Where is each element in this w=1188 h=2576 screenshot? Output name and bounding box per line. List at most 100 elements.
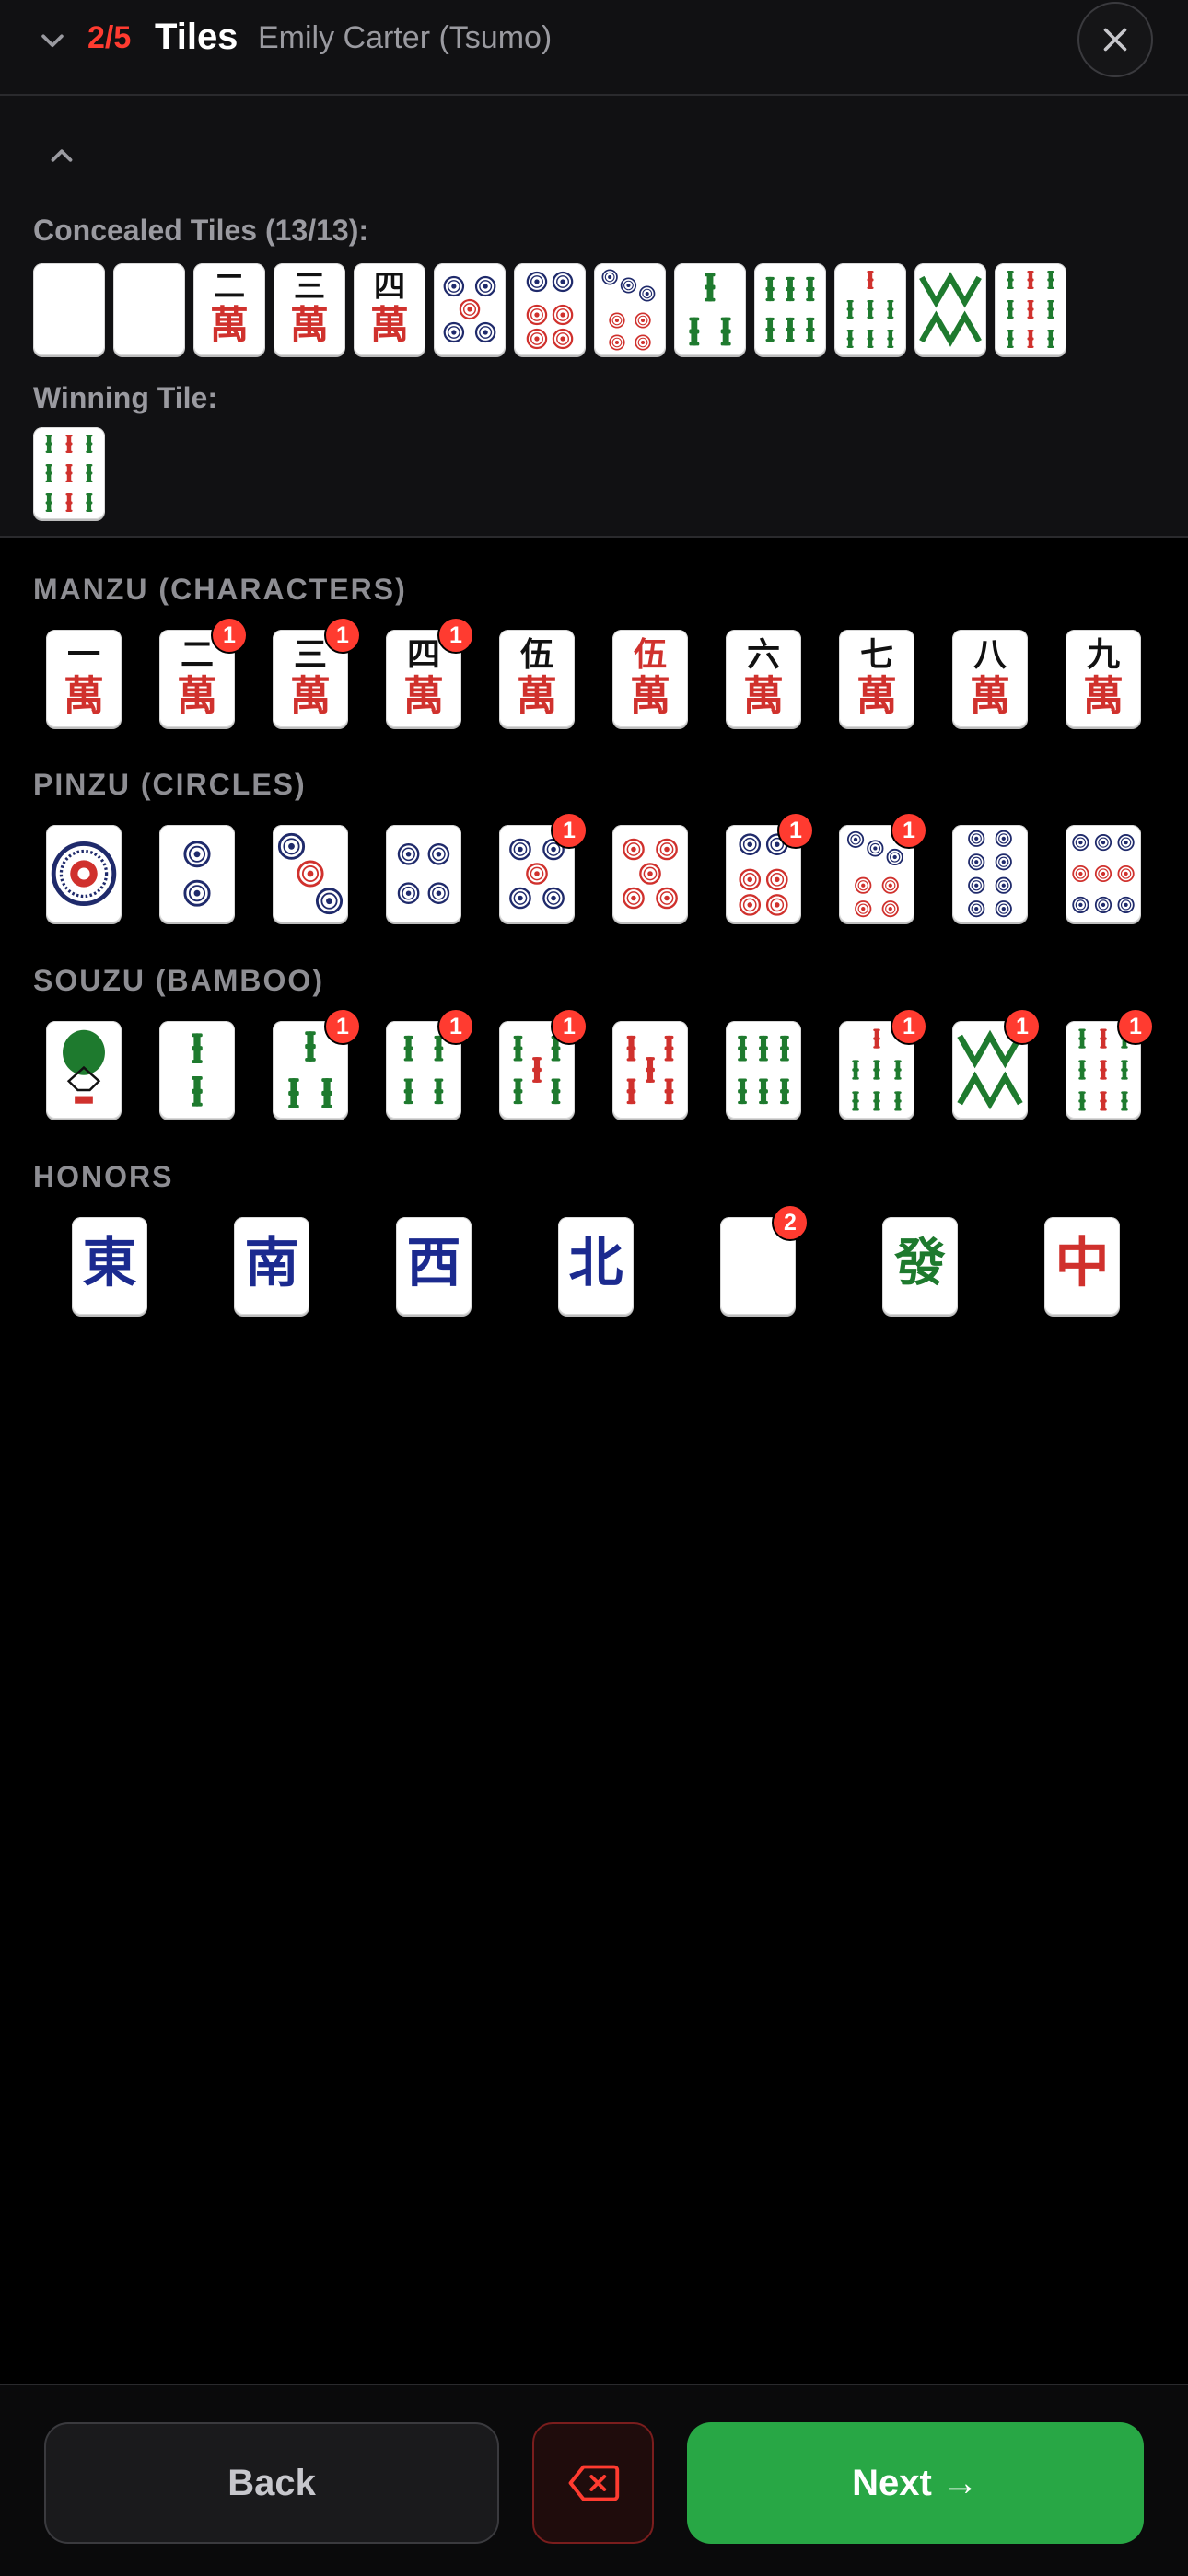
concealed-tile-s8[interactable] <box>914 263 986 355</box>
concealed-tile-s7[interactable] <box>834 263 906 355</box>
page-title: Tiles <box>155 17 239 57</box>
tile-count-badge: 1 <box>891 1008 927 1045</box>
svg-text:東: 東 <box>82 1230 136 1294</box>
svg-text:萬: 萬 <box>210 302 249 347</box>
picker-tile-m1[interactable]: 一萬 <box>46 630 122 727</box>
picker-tile-s3[interactable]: 1 <box>273 1008 361 1119</box>
concealed-tile-m4[interactable]: 四萬 <box>354 263 425 355</box>
svg-text:萬: 萬 <box>403 673 444 720</box>
picker-tile-p9[interactable] <box>1066 825 1141 922</box>
backspace-icon <box>568 2465 620 2501</box>
concealed-tile-p7[interactable] <box>594 263 666 355</box>
s1-tile-face <box>63 1029 105 1104</box>
picker-tile-m5[interactable]: 伍萬 <box>499 630 575 727</box>
svg-text:萬: 萬 <box>856 673 897 720</box>
picker-tile-p5r[interactable] <box>612 825 688 922</box>
tile-count-badge: 1 <box>551 1008 588 1045</box>
picker-tile-west[interactable]: 西 <box>396 1217 472 1315</box>
picker-tile-s4[interactable]: 1 <box>386 1008 474 1119</box>
winning-tile-label: Winning Tile: <box>33 381 217 414</box>
footer-bar: Back Next → <box>0 2384 1188 2576</box>
concealed-tile-blank[interactable] <box>33 263 105 355</box>
concealed-tile-s6[interactable] <box>754 263 826 355</box>
tile-count-badge: 1 <box>324 1008 361 1045</box>
svg-text:四: 四 <box>407 635 440 674</box>
picker-tile-white[interactable]: 2 <box>720 1204 809 1315</box>
tile-count-badge: 2 <box>772 1204 809 1241</box>
tile-count-badge: 1 <box>1004 1008 1041 1045</box>
east-tile-face: 東 <box>82 1230 136 1294</box>
svg-text:萬: 萬 <box>1083 673 1124 720</box>
concealed-tile-m3[interactable]: 三萬 <box>274 263 345 355</box>
tile-count-badge: 1 <box>551 812 588 849</box>
picker-tile-s2[interactable] <box>159 1021 235 1119</box>
p3-tile-face <box>277 832 344 915</box>
picker-tile-p6[interactable]: 1 <box>726 812 814 922</box>
picker-tile-m8[interactable]: 八萬 <box>952 630 1028 727</box>
m9-tile-face: 九萬 <box>1083 635 1124 720</box>
picker-tile-red[interactable]: 中 <box>1044 1217 1120 1315</box>
m1-tile-face: 一萬 <box>64 635 104 720</box>
chevron-up-icon[interactable] <box>44 138 79 173</box>
south-tile-face: 南 <box>244 1230 298 1294</box>
red-tile-face: 中 <box>1054 1230 1109 1294</box>
svg-text:七: 七 <box>860 635 893 674</box>
concealed-tiles-label: Concealed Tiles (13/13): <box>33 214 368 247</box>
picker-tile-m5r[interactable]: 伍萬 <box>612 630 688 727</box>
picker-tile-east[interactable]: 東 <box>72 1217 147 1315</box>
picker-tile-s1[interactable] <box>46 1021 122 1119</box>
m5-tile-face: 伍萬 <box>517 635 557 720</box>
winning-tile-s9r[interactable] <box>33 427 105 519</box>
picker-tile-s8[interactable]: 1 <box>952 1008 1041 1119</box>
picker-tile-green[interactable]: 發 <box>882 1217 958 1315</box>
picker-tile-p7[interactable]: 1 <box>839 812 927 922</box>
back-button[interactable]: Back <box>44 2422 499 2544</box>
picker-tile-south[interactable]: 南 <box>234 1217 309 1315</box>
picker-tile-p4[interactable] <box>386 825 461 922</box>
picker-tile-m3[interactable]: 三萬 1 <box>273 617 361 727</box>
picker-tile-p2[interactable] <box>159 825 235 922</box>
tile-count-badge: 1 <box>777 812 814 849</box>
delete-tile-button[interactable] <box>532 2422 654 2544</box>
picker-tile-p1[interactable] <box>46 825 122 922</box>
picker-tile-p5[interactable]: 1 <box>499 812 588 922</box>
picker-tile-s5r[interactable] <box>612 1021 688 1119</box>
concealed-tile-m2[interactable]: 二萬 <box>193 263 265 355</box>
svg-text:一: 一 <box>67 635 100 674</box>
picker-tile-m2[interactable]: 二萬 1 <box>159 617 248 727</box>
picker-tile-m7[interactable]: 七萬 <box>839 630 914 727</box>
west-tile-face: 西 <box>406 1230 460 1294</box>
picker-tile-s9[interactable]: 1 <box>1066 1008 1154 1119</box>
picker-tile-m4[interactable]: 四萬 1 <box>386 617 474 727</box>
picker-tile-m9[interactable]: 九萬 <box>1066 630 1141 727</box>
north-tile-face: 北 <box>568 1230 623 1294</box>
p4-tile-face <box>397 843 450 904</box>
svg-text:三: 三 <box>294 635 327 674</box>
next-button[interactable]: Next → <box>687 2422 1144 2544</box>
concealed-tile-s9[interactable] <box>995 263 1066 355</box>
picker-tile-north[interactable]: 北 <box>558 1217 634 1315</box>
hand-panel: Concealed Tiles (13/13): Winning Tile: 二… <box>0 96 1188 538</box>
concealed-tile-p5[interactable] <box>434 263 506 355</box>
svg-text:萬: 萬 <box>743 673 784 720</box>
p2-tile-face <box>183 841 211 907</box>
close-icon <box>1103 28 1127 52</box>
svg-text:萬: 萬 <box>517 673 557 720</box>
p8-tile-face <box>968 830 1012 918</box>
tile-count-badge: 1 <box>437 1008 474 1045</box>
svg-text:萬: 萬 <box>630 673 670 720</box>
concealed-tile-p6[interactable] <box>514 263 586 355</box>
s2-tile-face <box>192 1033 203 1107</box>
concealed-tile-s3[interactable] <box>674 263 746 355</box>
chevron-down-icon[interactable] <box>37 26 68 57</box>
picker-tile-s6[interactable] <box>726 1021 801 1119</box>
svg-text:西: 西 <box>406 1230 460 1294</box>
concealed-tile-blank[interactable] <box>113 263 185 355</box>
picker-tile-s5[interactable]: 1 <box>499 1008 588 1119</box>
close-button[interactable] <box>1077 2 1153 77</box>
picker-tile-m6[interactable]: 六萬 <box>726 630 801 727</box>
p7-tile-face <box>601 269 656 351</box>
picker-tile-s7[interactable]: 1 <box>839 1008 927 1119</box>
picker-tile-p8[interactable] <box>952 825 1028 922</box>
picker-tile-p3[interactable] <box>273 825 348 922</box>
